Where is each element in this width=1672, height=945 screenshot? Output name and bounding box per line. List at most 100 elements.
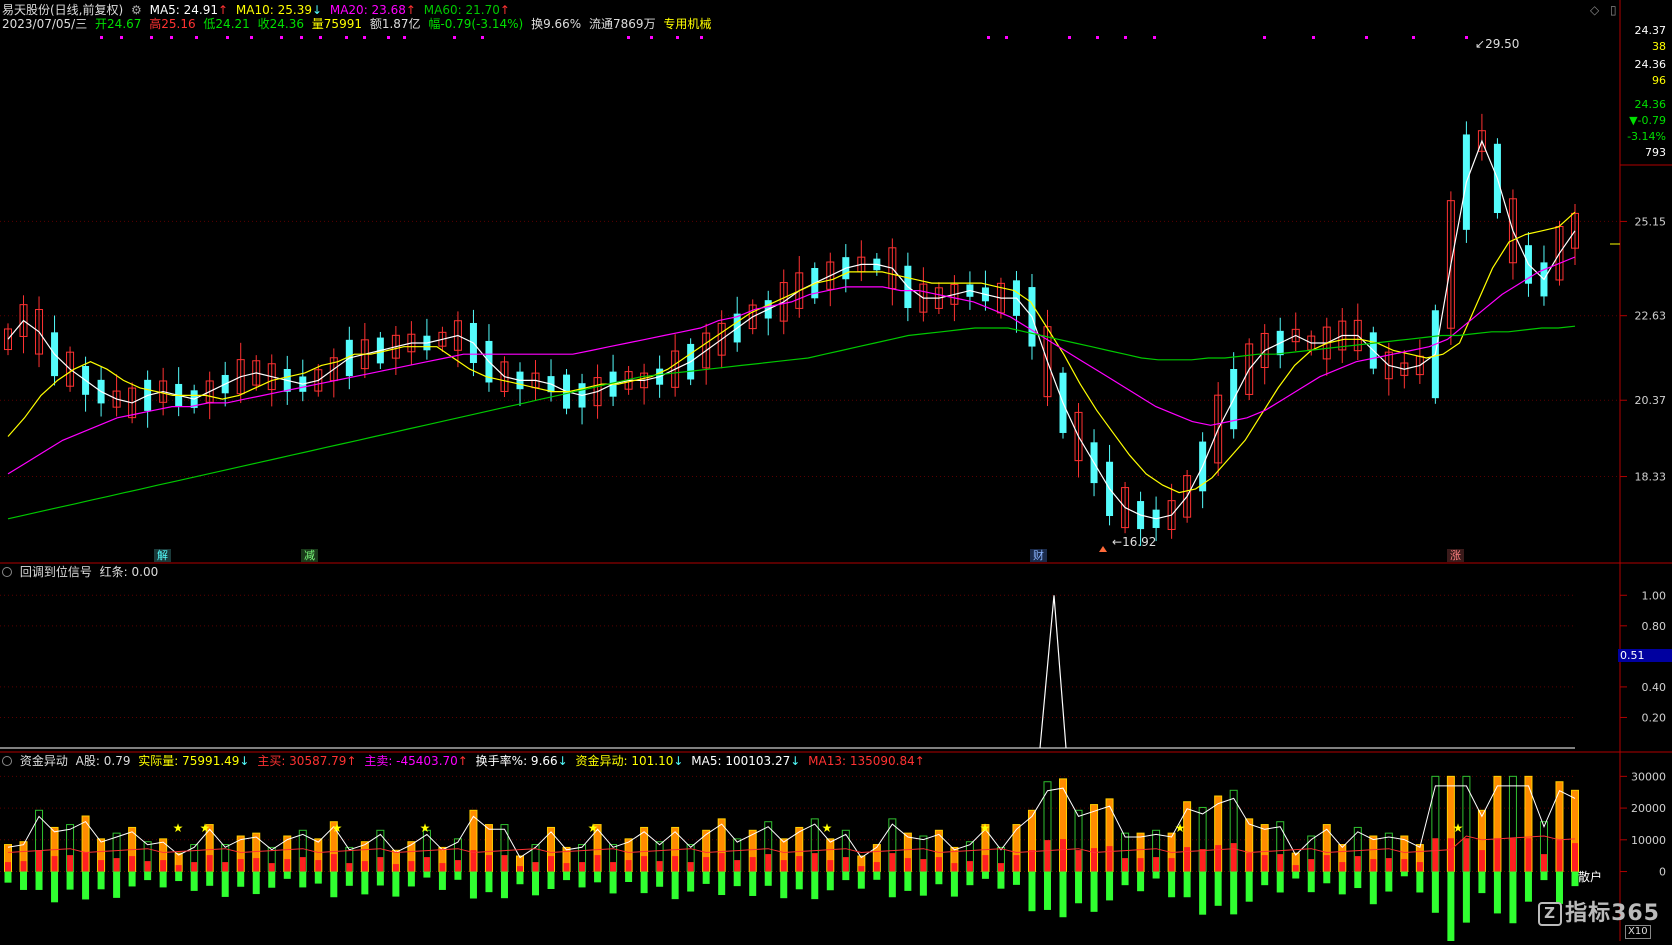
flow-bar-red (51, 856, 58, 872)
flow-bar-down (1090, 871, 1098, 912)
rp-last-price: 24.37 (1634, 24, 1667, 37)
flow-bar-red (129, 856, 136, 872)
signal-jian[interactable]: 减 (301, 549, 318, 562)
settings-icon[interactable]: ⚙ (131, 3, 142, 17)
flow-bar-red (687, 862, 694, 872)
signal-dot (1005, 36, 1008, 39)
flow-bar-red (982, 855, 989, 872)
flow-bar-down (1199, 871, 1207, 915)
star-marker-icon: ★ (332, 821, 343, 835)
rp-793: 793 (1645, 146, 1666, 159)
ma-line-ma5 (7, 139, 1576, 520)
flow-bar-down (640, 871, 648, 894)
flow-bar-down (1261, 871, 1269, 886)
flow-bar-down (966, 871, 974, 886)
pane2-y-tick-label: 0.80 (1642, 620, 1667, 633)
signal-dot (481, 36, 484, 39)
flow-bar-down (671, 871, 679, 900)
signal-dot (1096, 36, 1099, 39)
signal-dot (150, 36, 153, 39)
flow-bar-red (237, 859, 244, 872)
flow-bar-red (1401, 859, 1408, 872)
flow-bar-down (625, 871, 633, 883)
flow-bar-down (1292, 871, 1300, 879)
flow-bar-down (1307, 871, 1315, 893)
flow-bar-red (579, 862, 586, 872)
stock-title[interactable]: 易天股份(日线,前复权) (2, 3, 123, 17)
chart-svg: 25.15 22.63 20.37 18.33 1.00 0.80 0.40 0.20 3000… (0, 0, 1672, 945)
flow-bar-down (51, 871, 59, 903)
pane3-menu-icon[interactable] (2, 756, 12, 766)
flow-bar-down (1369, 871, 1377, 905)
star-marker-icon: ★ (588, 821, 599, 835)
signal-dot (1465, 36, 1468, 39)
flow-bar-down (4, 871, 12, 883)
flow-bar-red (1385, 858, 1392, 872)
flow-bar-down (1338, 871, 1346, 895)
signal-dot (1312, 36, 1315, 39)
flow-bar-red (1308, 859, 1315, 872)
flow-bar-red (392, 864, 399, 872)
flow-bar-red (935, 857, 942, 872)
main-y-tick-label: 25.15 (1635, 215, 1667, 228)
flow-bar-red (113, 858, 120, 872)
flow-bar-red (765, 854, 772, 872)
diamond-icon[interactable]: ◇ (1590, 3, 1599, 17)
flow-bar-red (268, 863, 275, 872)
date-label: 2023/07/05/三 (2, 17, 88, 31)
flow-bar-down (935, 871, 943, 885)
star-marker-icon: ★ (822, 821, 833, 835)
flow-bar-down (1075, 871, 1083, 904)
signal-zhang[interactable]: 涨 (1447, 549, 1464, 562)
flow-bar-down (547, 871, 555, 889)
flow-bar-down (113, 871, 121, 898)
flow-bar-red (1478, 850, 1485, 872)
flow-bar-down (159, 871, 167, 888)
signal-dot (226, 36, 229, 39)
flow-bar-red (1028, 850, 1035, 872)
flow-bar-red (377, 857, 384, 872)
collapse-panel-icon[interactable]: ▯ (1610, 3, 1617, 17)
flow-bar-red (749, 857, 756, 872)
flow-bar-red (532, 862, 539, 872)
low-annotation: ←16.92 (1112, 535, 1157, 549)
x10-label[interactable]: X10 (1625, 925, 1651, 939)
main-header-line2: 2023/07/05/三 开24.67 高25.16 低24.21 收24.36… (2, 17, 715, 31)
rp-price2: 24.36 (1634, 98, 1667, 111)
pane2-menu-icon[interactable] (2, 567, 12, 577)
close-label: 收24.36 (257, 17, 304, 31)
change-label: 幅-0.79(-3.14%) (428, 17, 524, 31)
flow-bar-red (1044, 840, 1051, 872)
flow-bar-red (594, 855, 601, 872)
signal-dot (453, 36, 456, 39)
vol-label: 量75991 (311, 17, 362, 31)
signal-dot (650, 36, 653, 39)
flow-bar-down (330, 871, 338, 898)
flow-bar-red (873, 862, 880, 872)
flow-bar-red (703, 857, 710, 872)
flow-bar-red (206, 855, 213, 872)
pane3-y-tick-label: 20000 (1631, 802, 1666, 815)
flow-bar-red (1277, 854, 1284, 872)
signal-dot (1068, 36, 1071, 39)
flow-bar-red (997, 863, 1004, 872)
pane2-y-tick-label: 1.00 (1642, 589, 1667, 602)
flow-bar-down (237, 871, 245, 887)
flow-bar-red (1540, 854, 1547, 872)
pane3-a: A股: 0.79 (75, 754, 131, 768)
flow-bar-red (1323, 855, 1330, 872)
sector-link[interactable]: 专用机械 (663, 17, 711, 31)
signal-dot (280, 36, 283, 39)
flow-bar-down (1540, 871, 1548, 881)
signal-jie[interactable]: 解 (154, 549, 171, 562)
pane3-turn: 换手率%: 9.66 (475, 754, 558, 768)
pane3-ma5: MA5: 100103.27 (691, 754, 791, 768)
star-marker-icon: ★ (173, 821, 184, 835)
flow-bar-down (500, 871, 508, 899)
flow-bar-down (1137, 871, 1145, 892)
rp-38: 38 (1652, 40, 1666, 53)
flow-bar-red (439, 863, 446, 872)
signal-cai[interactable]: 财 (1030, 549, 1047, 562)
flow-bar-red (253, 858, 260, 872)
signal-dot (987, 36, 990, 39)
